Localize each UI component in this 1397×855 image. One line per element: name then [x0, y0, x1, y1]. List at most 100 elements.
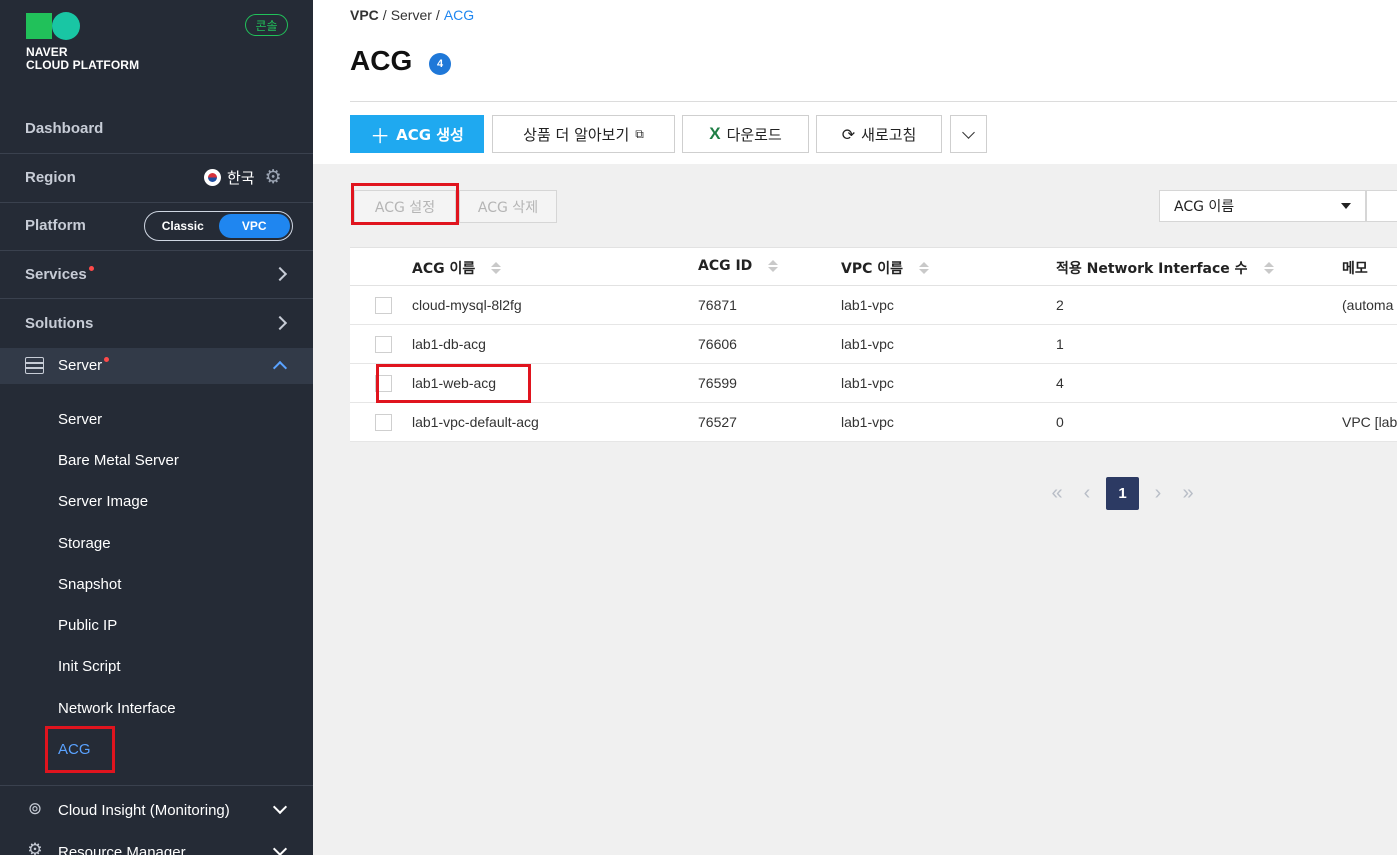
region-selector[interactable]: 한국 ⚙: [204, 166, 282, 188]
acg-delete-button[interactable]: ACG 삭제: [459, 190, 557, 223]
learn-more-label: 상품 더 알아보기: [523, 125, 630, 144]
sub-item-server-image[interactable]: Server Image: [58, 493, 148, 510]
logo-mark: [26, 12, 139, 40]
table-row[interactable]: lab1-db-acg 76606 lab1-vpc 1: [350, 325, 1397, 364]
cell-ni-count: 4: [1056, 375, 1064, 391]
cell-acg-name: cloud-mysql-8l2fg: [412, 297, 522, 313]
notification-dot: [104, 356, 110, 362]
search-input[interactable]: [1366, 190, 1397, 222]
breadcrumb-acg[interactable]: ACG: [444, 7, 474, 23]
chevron-down-icon: [272, 799, 288, 815]
breadcrumb: VPC / Server / ACG: [350, 7, 474, 23]
sub-item-network-interface[interactable]: Network Interface: [58, 700, 176, 717]
first-page-icon[interactable]: «: [1042, 477, 1072, 510]
cell-acg-id: 76871: [698, 297, 737, 313]
divider: [0, 298, 313, 299]
platform-option-vpc[interactable]: VPC: [218, 214, 290, 238]
server-text: Server: [58, 356, 103, 374]
page-title: ACG: [350, 45, 413, 76]
row-checkbox[interactable]: [375, 414, 392, 431]
naver-cloud-logo[interactable]: NAVER CLOUD PLATFORM: [26, 12, 139, 72]
sub-item-storage[interactable]: Storage: [58, 535, 111, 552]
nav-dashboard-label: Dashboard: [25, 119, 104, 137]
divider: [0, 202, 313, 203]
plus-icon: ＋: [370, 123, 391, 148]
refresh-label: 새로고침: [861, 125, 917, 144]
breadcrumb-sep: /: [382, 7, 387, 23]
cell-ni-count: 1: [1056, 336, 1064, 352]
row-checkbox[interactable]: [375, 336, 392, 353]
console-badge[interactable]: 콘솔: [245, 14, 288, 36]
row-checkbox[interactable]: [375, 297, 392, 314]
col-acg-name-label: ACG 이름: [412, 261, 476, 277]
region-label: Region: [25, 168, 76, 186]
cell-acg-id: 76606: [698, 336, 737, 352]
sort-icon: [768, 260, 778, 272]
nav-cloud-insight[interactable]: Cloud Insight (Monitoring): [0, 798, 313, 822]
chevron-down-icon: [272, 841, 288, 855]
col-ni-count-label: 적용 Network Interface 수: [1056, 261, 1248, 277]
chevron-down-icon: [962, 125, 975, 139]
excel-icon: X: [709, 124, 721, 143]
page-number-current[interactable]: 1: [1106, 477, 1139, 510]
refresh-icon: ⟳: [841, 124, 856, 144]
chevron-right-icon: [272, 315, 288, 331]
nav-services-label: Services: [25, 265, 94, 283]
col-acg-id[interactable]: ACG ID: [698, 258, 778, 274]
nav-solutions-label: Solutions: [25, 314, 94, 332]
nav-solutions[interactable]: Solutions: [0, 311, 313, 335]
cell-vpc-name: lab1-vpc: [841, 375, 894, 391]
external-link-icon: ⧉: [635, 126, 644, 141]
sub-item-init-script[interactable]: Init Script: [58, 658, 121, 675]
platform-toggle[interactable]: Classic VPC: [144, 211, 293, 241]
col-vpc-name[interactable]: VPC 이름: [841, 258, 929, 278]
cell-memo: (automa: [1342, 297, 1394, 313]
cell-vpc-name: lab1-vpc: [841, 336, 894, 352]
nav-server-label: Server: [58, 356, 110, 374]
breadcrumb-server[interactable]: Server: [391, 7, 432, 23]
more-button[interactable]: [950, 115, 987, 153]
nav-resource-manager[interactable]: Resource Manager: [0, 840, 313, 855]
korea-flag-icon: [204, 168, 221, 186]
sort-icon: [919, 262, 929, 274]
logo-square: [26, 13, 52, 39]
download-button[interactable]: X 다운로드: [682, 115, 809, 153]
download-label: 다운로드: [726, 125, 782, 144]
prev-page-icon[interactable]: ‹: [1072, 477, 1102, 510]
nav-services[interactable]: Services: [0, 262, 313, 286]
last-page-icon[interactable]: »: [1173, 477, 1203, 510]
table-row[interactable]: lab1-web-acg 76599 lab1-vpc 4: [350, 364, 1397, 403]
table-row[interactable]: cloud-mysql-8l2fg 76871 lab1-vpc 2 (auto…: [350, 286, 1397, 325]
cell-vpc-name: lab1-vpc: [841, 297, 894, 313]
highlight-box-acg-settings: [351, 183, 459, 225]
breadcrumb-vpc[interactable]: VPC: [350, 7, 379, 23]
search-field-select[interactable]: ACG 이름: [1159, 190, 1366, 222]
sort-icon: [1264, 262, 1274, 274]
title-divider: [350, 101, 1397, 102]
nav-server-header[interactable]: Server: [0, 353, 313, 377]
logo-text: NAVER CLOUD PLATFORM: [26, 46, 139, 72]
region-value: 한국: [227, 168, 255, 187]
cell-acg-name: lab1-db-acg: [412, 336, 486, 352]
col-ni-count[interactable]: 적용 Network Interface 수: [1056, 258, 1274, 278]
create-acg-label: ACG 생성: [396, 125, 464, 144]
sub-item-server[interactable]: Server: [58, 411, 102, 428]
sub-item-snapshot[interactable]: Snapshot: [58, 576, 121, 593]
next-page-icon[interactable]: ›: [1143, 477, 1173, 510]
logo-circle: [52, 12, 80, 40]
gear-icon[interactable]: ⚙: [265, 166, 282, 188]
cell-vpc-name: lab1-vpc: [841, 414, 894, 430]
platform-option-classic[interactable]: Classic: [147, 214, 219, 238]
table-row[interactable]: lab1-vpc-default-acg 76527 lab1-vpc 0 VP…: [350, 403, 1397, 442]
nav-region: Region 한국 ⚙: [0, 165, 313, 189]
logo-line2: CLOUD PLATFORM: [26, 58, 140, 72]
sub-item-bare-metal-server[interactable]: Bare Metal Server: [58, 452, 179, 469]
create-acg-button[interactable]: ＋ ACG 생성: [350, 115, 484, 153]
col-acg-name[interactable]: ACG 이름: [412, 258, 501, 278]
nav-dashboard[interactable]: Dashboard: [0, 116, 313, 140]
sub-item-public-ip[interactable]: Public IP: [58, 617, 117, 634]
caret-down-icon: [1341, 203, 1351, 209]
refresh-button[interactable]: ⟳ 새로고침: [816, 115, 942, 153]
platform-label: Platform: [25, 216, 86, 234]
learn-more-button[interactable]: 상품 더 알아보기 ⧉: [492, 115, 675, 153]
